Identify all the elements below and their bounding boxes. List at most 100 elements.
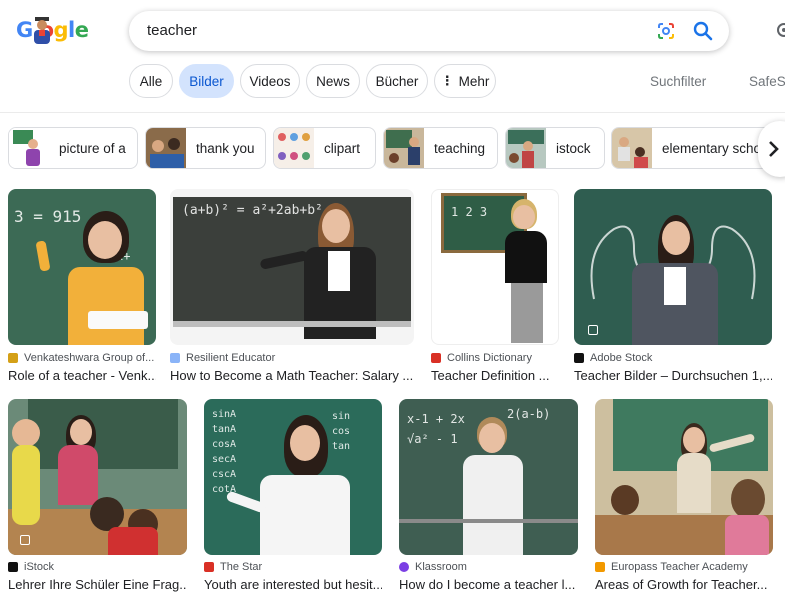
- teacher-face: [88, 221, 122, 259]
- result-title[interactable]: Youth are interested but hesit...: [204, 577, 382, 592]
- more-vert-icon: ⋮: [440, 73, 454, 88]
- chalk-writing: (a+b)² = a²+2ab+b²: [182, 203, 323, 218]
- result-card[interactable]: 3 = 915 x+ Venkateshwara Group of... Rol…: [8, 189, 156, 384]
- doodle-teacher-icon: [34, 17, 50, 44]
- chip-thumbnail: [384, 128, 424, 168]
- source-name: iStock: [24, 561, 54, 573]
- open-book: [88, 311, 148, 329]
- source-favicon-icon: [170, 353, 180, 363]
- safesearch-link[interactable]: SafeSe: [749, 74, 785, 89]
- teacher-face: [290, 425, 320, 461]
- result-title[interactable]: How to Become a Math Teacher: Salary ...: [170, 368, 414, 383]
- settings-gear-icon[interactable]: [774, 20, 785, 40]
- teacher-sweater: [68, 267, 144, 345]
- chip-clipart[interactable]: clipart: [273, 127, 376, 169]
- result-title[interactable]: Teacher Bilder – Durchsuchen 1,...: [574, 368, 772, 383]
- teacher-blouse: [260, 475, 350, 555]
- result-title[interactable]: How do I become a teacher l...: [399, 577, 578, 592]
- search-tools-link[interactable]: Suchfilter: [650, 74, 706, 89]
- white-shirt: [664, 267, 686, 305]
- chalk-writing: 2(a-b): [507, 407, 551, 421]
- board-ledge: [173, 321, 411, 327]
- chalk-writing: sinA tanA cosA secA cscA cotA: [212, 409, 237, 495]
- chip-thumbnail: [506, 128, 546, 168]
- result-image[interactable]: 1 2 3: [431, 189, 559, 345]
- chip-thumbnail: [612, 128, 652, 168]
- tab-all[interactable]: Alle: [129, 64, 173, 98]
- chalk-writing: x-1 + 2x √a² - 1: [407, 412, 465, 446]
- result-source: Adobe Stock: [574, 352, 772, 364]
- source-name: Europass Teacher Academy: [611, 561, 748, 573]
- result-title[interactable]: Areas of Growth for Teacher...: [595, 577, 773, 592]
- student: [12, 419, 40, 447]
- result-card[interactable]: iStock Lehrer Ihre Schüler Eine Frag...: [8, 399, 187, 593]
- teacher-face: [662, 221, 690, 255]
- tab-more[interactable]: ⋮ Mehr: [434, 64, 496, 98]
- result-image[interactable]: [595, 399, 773, 555]
- teacher-face: [513, 205, 535, 229]
- result-card[interactable]: (a+b)² = a²+2ab+b² Resilient Educator Ho…: [170, 189, 414, 384]
- source-name: Adobe Stock: [590, 352, 653, 364]
- student: [611, 485, 639, 515]
- chip-teaching[interactable]: teaching: [383, 127, 498, 169]
- result-card[interactable]: Europass Teacher Academy Areas of Growth…: [595, 399, 773, 593]
- chip-thumbnail: [274, 128, 314, 168]
- tab-news[interactable]: News: [306, 64, 360, 98]
- result-source: Venkateshwara Group of...: [8, 352, 156, 364]
- result-image[interactable]: [8, 399, 187, 555]
- result-image[interactable]: sinA tanA cosA secA cscA cotA sin cos tan: [204, 399, 382, 555]
- result-card[interactable]: 1 2 3 Collins Dictionary Teacher Definit…: [431, 189, 559, 384]
- result-source: The Star: [204, 561, 382, 573]
- tab-label: Videos: [249, 73, 291, 89]
- chips-next-button[interactable]: [758, 121, 785, 177]
- image-badge-icon: [588, 325, 598, 335]
- result-card[interactable]: sinA tanA cosA secA cscA cotA sin cos tan The S…: [204, 399, 382, 593]
- chip-istock[interactable]: istock: [505, 127, 605, 169]
- google-logo[interactable]: G ogle: [16, 14, 89, 48]
- search-box[interactable]: teacher: [129, 11, 729, 51]
- search-icon[interactable]: [692, 20, 714, 42]
- teacher-top: [505, 231, 547, 283]
- source-favicon-icon: [595, 562, 605, 572]
- result-image[interactable]: 3 = 915 x+: [8, 189, 156, 345]
- chip-label: istock: [556, 140, 591, 156]
- chip-label: clipart: [324, 140, 361, 156]
- header-divider: [0, 112, 785, 113]
- result-title[interactable]: Role of a teacher - Venk...: [8, 368, 156, 383]
- result-title[interactable]: Teacher Definition ...: [431, 368, 559, 383]
- chalk-writing: 3 = 915: [14, 207, 82, 226]
- source-name: Klassroom: [415, 561, 467, 573]
- chip-picture-of-a[interactable]: picture of a: [8, 127, 138, 169]
- result-source: iStock: [8, 561, 187, 573]
- source-name: Collins Dictionary: [447, 352, 532, 364]
- teacher-skirt: [511, 283, 543, 343]
- search-input[interactable]: teacher: [147, 22, 197, 39]
- source-favicon-icon: [8, 562, 18, 572]
- result-image[interactable]: [574, 189, 772, 345]
- white-shirt: [328, 251, 350, 291]
- result-source: Resilient Educator: [170, 352, 414, 364]
- chalk-writing: 1 2 3: [451, 205, 488, 219]
- tab-label: Bücher: [375, 73, 419, 89]
- result-source: Collins Dictionary: [431, 352, 559, 364]
- teacher-face: [322, 209, 350, 243]
- chip-thumbnail: [146, 128, 186, 168]
- tab-videos[interactable]: Videos: [240, 64, 300, 98]
- chip-thank-you[interactable]: thank you: [145, 127, 266, 169]
- result-title[interactable]: Lehrer Ihre Schüler Eine Frag...: [8, 577, 187, 592]
- chalk-writing: sin cos tan: [332, 411, 351, 452]
- tab-images[interactable]: Bilder: [179, 64, 234, 98]
- board-ledge: [399, 519, 578, 523]
- chip-label: teaching: [434, 140, 486, 156]
- source-favicon-icon: [574, 353, 584, 363]
- result-card[interactable]: Adobe Stock Teacher Bilder – Durchsuchen…: [574, 189, 772, 384]
- tab-books[interactable]: Bücher: [366, 64, 428, 98]
- result-image[interactable]: x-1 + 2x √a² - 1 2(a-b): [399, 399, 578, 555]
- google-lens-icon[interactable]: [656, 21, 676, 41]
- chip-elementary-school[interactable]: elementary scho: [611, 127, 781, 169]
- result-card[interactable]: x-1 + 2x √a² - 1 2(a-b) Klassroom How do …: [399, 399, 578, 593]
- result-image[interactable]: (a+b)² = a²+2ab+b²: [170, 189, 414, 345]
- student: [12, 445, 40, 525]
- tab-label: News: [316, 73, 350, 89]
- chip-label: thank you: [196, 140, 255, 156]
